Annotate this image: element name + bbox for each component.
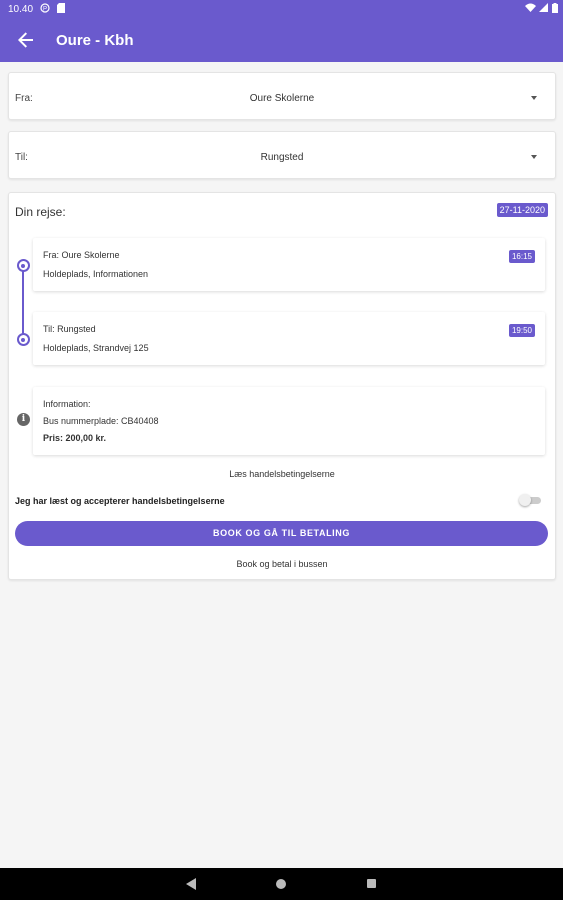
nav-home-icon[interactable]: [276, 879, 286, 889]
toggle-thumb: [519, 494, 531, 506]
to-select[interactable]: Til: Rungsted: [8, 131, 556, 179]
trip-title: Din rejse:: [15, 205, 66, 219]
system-nav-bar: [0, 868, 563, 900]
book-pay-on-bus-link[interactable]: Book og betal i bussen: [9, 559, 555, 569]
book-and-pay-button[interactable]: BOOK OG GÅ TIL BETALING: [15, 521, 548, 546]
status-bar: 10.40 P: [0, 0, 563, 20]
arrow-back-icon[interactable]: [14, 28, 38, 52]
to-value: Rungsted: [260, 152, 304, 163]
wifi-icon: [525, 3, 536, 15]
terms-link[interactable]: Læs handelsbetingelserne: [9, 469, 555, 479]
timeline-line: [22, 271, 24, 337]
arrival-to: Til: Rungsted: [43, 324, 96, 334]
sd-card-icon: [56, 3, 66, 15]
accept-terms-label: Jeg har læst og accepterer handelsbeting…: [15, 496, 225, 506]
p-icon: P: [40, 3, 50, 15]
battery-icon: [550, 3, 560, 15]
trip-card: Din rejse: 27-11-2020 Fra: Oure Skolerne…: [8, 192, 556, 580]
dropdown-arrow-icon: [531, 96, 537, 100]
timeline-dot-icon: [16, 333, 30, 346]
departure-from: Fra: Oure Skolerne: [43, 250, 120, 260]
departure-time-badge: 16:15: [508, 250, 535, 263]
page-title: Oure - Kbh: [56, 32, 134, 49]
nav-back-icon[interactable]: [186, 878, 196, 890]
dropdown-arrow-icon: [531, 155, 537, 159]
accept-terms-toggle[interactable]: [519, 494, 541, 506]
from-value: Oure Skolerne: [249, 93, 315, 104]
nav-recents-icon[interactable]: [367, 879, 376, 888]
date-badge: 27-11-2020: [496, 203, 548, 217]
departure-place: Holdeplads, Informationen: [43, 269, 149, 279]
info-icon: i: [17, 413, 30, 426]
app-bar: Oure - Kbh: [0, 20, 563, 62]
signal-icon: [538, 3, 548, 15]
status-time: 10.40: [8, 4, 34, 15]
svg-text:P: P: [43, 7, 47, 13]
from-select[interactable]: Fra: Oure Skolerne: [8, 72, 556, 120]
arrival-time-badge: 19:50: [508, 324, 535, 337]
info-card: Information: Bus nummerplade: CB40408 Pr…: [33, 387, 545, 455]
arrival-place: Holdeplads, Strandvej 125: [43, 343, 149, 353]
timeline-dot-icon: [16, 259, 30, 272]
arrival-stop-card: Til: Rungsted Holdeplads, Strandvej 125 …: [33, 312, 545, 365]
info-title: Information:: [43, 399, 91, 409]
info-price: Pris: 200,00 kr.: [43, 433, 107, 443]
departure-stop-card: Fra: Oure Skolerne Holdeplads, Informati…: [33, 238, 545, 291]
info-plate: Bus nummerplade: CB40408: [43, 416, 159, 426]
